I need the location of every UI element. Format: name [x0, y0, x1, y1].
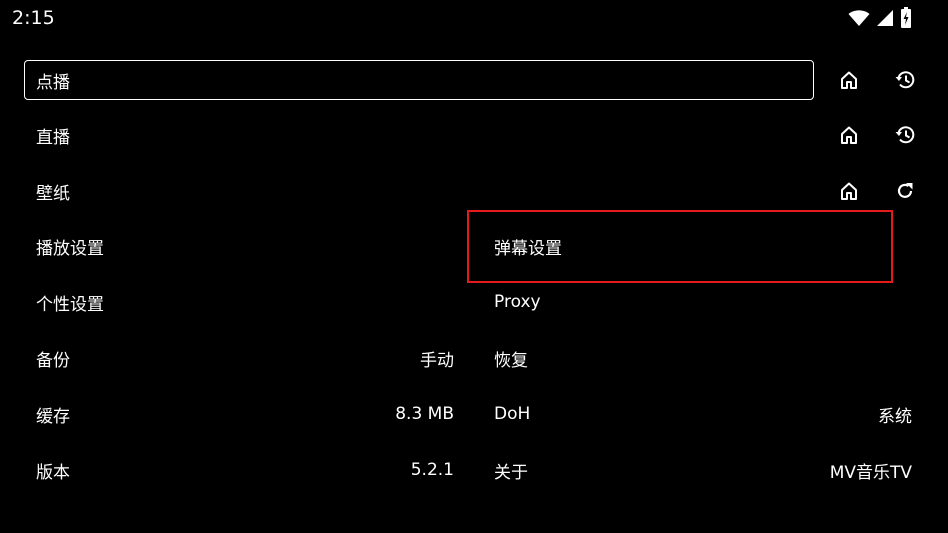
setting-doh-value: 系统: [878, 406, 912, 427]
live-history-button[interactable]: [889, 119, 921, 151]
setting-wallpaper-label: 壁纸: [36, 183, 70, 204]
setting-doh-label: DoH: [494, 404, 531, 424]
setting-version[interactable]: 版本 5.2.1: [24, 450, 466, 490]
setting-cache-label: 缓存: [36, 406, 70, 427]
setting-about-value: MV音乐TV: [829, 462, 912, 483]
status-time: 2:15: [12, 7, 55, 29]
setting-backup-value: 手动: [420, 350, 454, 371]
setting-wallpaper[interactable]: 壁纸: [24, 171, 814, 211]
setting-playback-label: 播放设置: [36, 238, 104, 259]
setting-doh[interactable]: DoH 系统: [482, 394, 924, 434]
battery-charging-icon: [900, 7, 912, 29]
wifi-icon: [848, 9, 870, 27]
setting-personal[interactable]: 个性设置: [24, 282, 466, 322]
setting-vod-label: 点播: [36, 72, 70, 93]
setting-vod[interactable]: 点播: [24, 60, 814, 100]
history-icon: [894, 69, 916, 91]
wallpaper-refresh-button[interactable]: [889, 175, 921, 207]
setting-cache[interactable]: 缓存 8.3 MB: [24, 394, 466, 434]
wallpaper-home-button[interactable]: [833, 175, 865, 207]
signal-icon: [876, 9, 894, 27]
status-bar: 2:15: [0, 0, 948, 36]
status-icons: [848, 6, 912, 30]
history-icon: [894, 124, 916, 146]
setting-playback[interactable]: 播放设置: [24, 226, 466, 266]
setting-live-label: 直播: [36, 127, 70, 148]
setting-proxy-label: Proxy: [494, 292, 541, 312]
setting-proxy[interactable]: Proxy: [482, 282, 924, 322]
home-icon: [839, 70, 859, 90]
setting-live[interactable]: 直播: [24, 115, 814, 155]
setting-personal-label: 个性设置: [36, 294, 104, 315]
setting-restore-label: 恢复: [494, 350, 528, 371]
vod-home-button[interactable]: [833, 64, 865, 96]
setting-version-label: 版本: [36, 462, 70, 483]
setting-cache-value: 8.3 MB: [395, 404, 454, 424]
highlight-box: [467, 210, 893, 283]
setting-version-value: 5.2.1: [410, 460, 454, 480]
live-home-button[interactable]: [833, 119, 865, 151]
setting-restore[interactable]: 恢复: [482, 338, 924, 378]
setting-about-label: 关于: [494, 462, 528, 483]
refresh-icon: [895, 181, 915, 201]
home-icon: [839, 181, 859, 201]
setting-backup[interactable]: 备份 手动: [24, 338, 466, 378]
vod-history-button[interactable]: [889, 64, 921, 96]
setting-backup-label: 备份: [36, 350, 70, 371]
home-icon: [839, 125, 859, 145]
setting-about[interactable]: 关于 MV音乐TV: [482, 450, 924, 490]
